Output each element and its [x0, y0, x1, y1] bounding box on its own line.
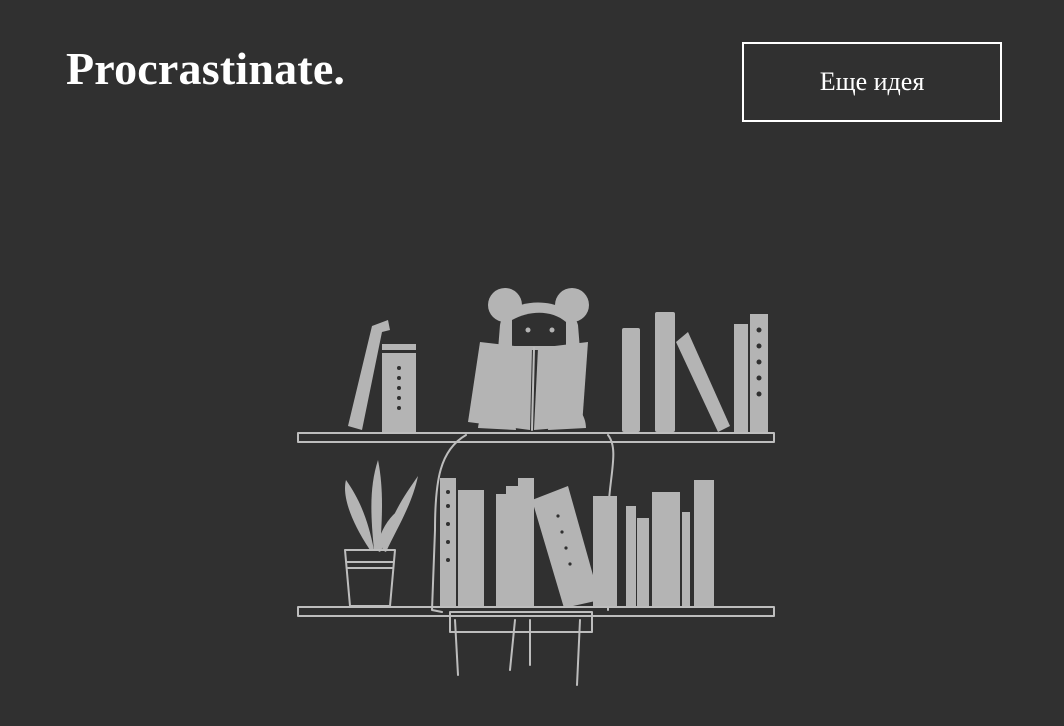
another-idea-button[interactable]: Еще идея: [742, 42, 1002, 122]
reading-girl-bookshelf-illustration: [290, 280, 790, 700]
site-logo[interactable]: Procrastinate.: [66, 46, 345, 92]
